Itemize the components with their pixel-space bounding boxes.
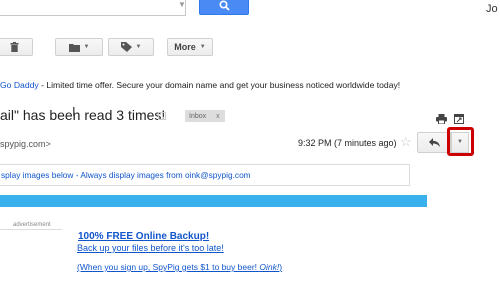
more-button[interactable]: More ▼ [167, 38, 213, 56]
remove-label-icon[interactable]: x [216, 113, 220, 120]
delete-button[interactable] [0, 38, 33, 56]
trash-icon [10, 42, 19, 52]
search-icon [219, 0, 230, 11]
inbox-label-tag[interactable]: Inbox x [185, 110, 225, 122]
text-cursor-icon: I [72, 104, 76, 119]
divider [0, 229, 62, 230]
advertisement-label: advertisement [13, 222, 51, 228]
display-images-notice[interactable]: splay images below - Always display imag… [0, 164, 410, 186]
promo-banner: Go Daddy - Limited time offer. Secure yo… [0, 80, 400, 90]
ad-subtitle-link[interactable]: Back up your files before it's too late! [77, 243, 224, 253]
chevron-down-icon: ▼ [135, 44, 142, 50]
chevron-down-icon: ▼ [199, 44, 206, 50]
important-marker[interactable] [158, 112, 166, 120]
reply-icon [429, 138, 440, 147]
more-label: More [174, 42, 196, 52]
search-input[interactable] [0, 0, 186, 16]
ad-beer-link[interactable]: (When you sign up, SpyPig gets $1 to buy… [77, 262, 282, 272]
ad-beer-suffix: ) [279, 262, 283, 272]
search-button[interactable] [199, 0, 249, 15]
promo-text: - Limited time offer. Secure your domain… [38, 80, 401, 90]
message-subject: ail" has been read 3 times! [0, 107, 166, 123]
star-icon[interactable]: ☆ [400, 134, 412, 150]
ad-beer-oink: Oink! [259, 262, 280, 272]
message-timestamp: 9:32 PM (7 minutes ago) [298, 138, 397, 148]
tag-icon [120, 42, 132, 52]
email-header-bar [0, 195, 427, 207]
print-icon[interactable] [436, 111, 447, 129]
reply-button[interactable] [417, 132, 451, 153]
sender-address: spypig.com> [0, 139, 51, 149]
user-name[interactable]: Jo [486, 3, 498, 15]
move-to-button[interactable]: ▼ [55, 38, 103, 56]
labels-button[interactable]: ▼ [108, 38, 154, 56]
promo-sponsor-link[interactable]: Go Daddy [0, 80, 39, 90]
highlight-annotation [447, 127, 474, 156]
inbox-label-text: Inbox [189, 112, 207, 120]
display-images-link[interactable]: splay images below - Always display imag… [1, 170, 251, 180]
chevron-down-icon: ▼ [83, 44, 90, 50]
folder-icon [68, 43, 80, 52]
search-options-icon[interactable]: ▼ [178, 1, 186, 9]
ad-beer-prefix: (When you sign up, SpyPig gets $1 to buy… [77, 262, 260, 272]
ad-title-link[interactable]: 100% FREE Online Backup! [78, 231, 209, 242]
